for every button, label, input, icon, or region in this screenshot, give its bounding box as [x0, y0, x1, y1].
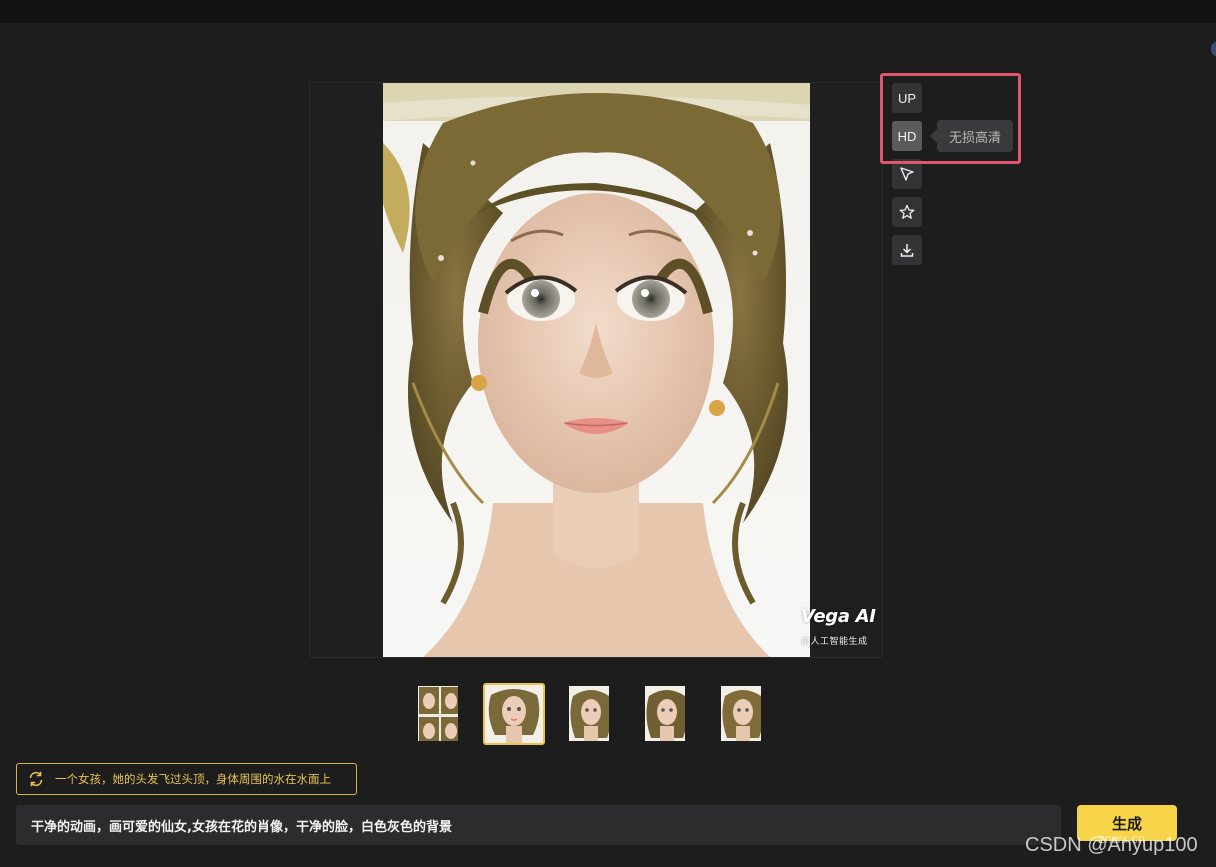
generated-image[interactable] — [383, 83, 810, 657]
ai-generated-note: 由人工智能生成 — [801, 637, 868, 647]
thumbnail-4[interactable] — [719, 684, 763, 743]
translated-prompt-chip[interactable]: 一个女孩，她的头发飞过头顶，身体周围的水在水面上 — [16, 763, 357, 795]
prompt-input[interactable]: 干净的动画，画可爱的仙女,女孩在花的肖像，干净的脸，白色灰色的背景 — [16, 805, 1061, 845]
prompt-chip-text: 一个女孩，她的头发飞过头顶，身体周围的水在水面上 — [55, 772, 331, 786]
site-watermark: znwx.cn — [1098, 831, 1145, 846]
hd-tooltip: 无损高清 — [930, 120, 1013, 152]
hd-button[interactable]: HD — [892, 121, 922, 151]
cursor-icon — [900, 167, 914, 181]
thumbnail-3[interactable] — [643, 684, 687, 743]
thumbnail-grid[interactable] — [416, 684, 460, 743]
vega-ai-watermark: Vega AI — [801, 606, 876, 627]
select-tool-button[interactable] — [892, 159, 922, 189]
refresh-icon — [29, 771, 43, 787]
download-button[interactable] — [892, 235, 922, 265]
star-icon — [899, 204, 915, 219]
thumbnail-1[interactable] — [483, 683, 545, 745]
download-icon — [900, 244, 914, 257]
upscale-button[interactable]: UP — [892, 83, 922, 113]
favorite-button[interactable] — [892, 197, 922, 227]
prompt-input-value: 干净的动画，画可爱的仙女,女孩在花的肖像，干净的脸，白色灰色的背景 — [31, 819, 452, 835]
thumbnail-2[interactable] — [567, 684, 611, 743]
avatar-edge[interactable] — [1211, 42, 1216, 56]
top-bar — [0, 0, 1216, 23]
